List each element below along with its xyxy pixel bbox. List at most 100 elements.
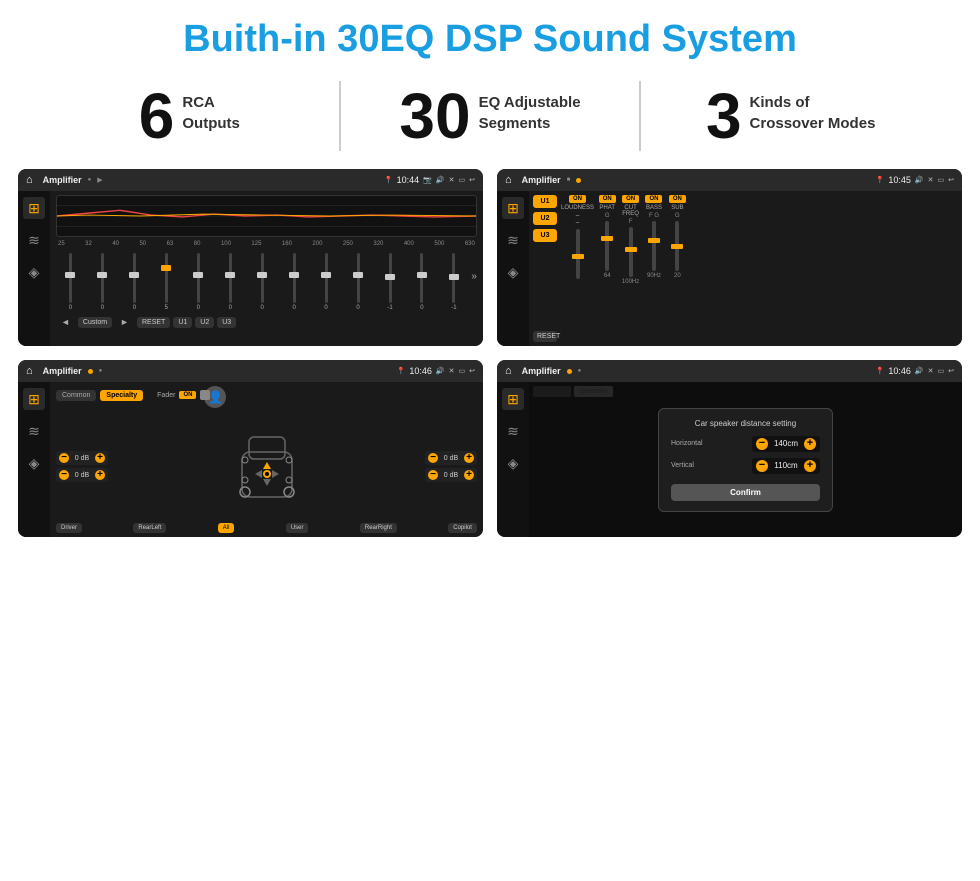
window-icon: ▭ [459,176,466,184]
db2-value: 0 dB [71,472,93,479]
eq-slider-12[interactable]: 0 [407,251,436,311]
amp-controls: ON LOUDNESS ~ ~ ON PHAT G [561,195,688,342]
user-button[interactable]: User [286,523,309,533]
dialog-close-icon: ✕ [928,367,934,375]
driver-button[interactable]: Driver [56,523,82,533]
amp-sidebar-icon-3[interactable]: ◈ [502,261,524,283]
vertical-minus-button[interactable]: − [756,460,768,472]
eq-slider-11[interactable]: -1 [376,251,405,311]
amp-window-icon: ▭ [938,176,945,184]
dialog-sidebar-icon-1[interactable]: ⊞ [502,388,524,410]
bass-slider[interactable] [652,221,656,271]
rear-left-button[interactable]: RearLeft [133,523,166,533]
amp-u3-btn[interactable]: U3 [533,229,557,242]
expand-icon[interactable]: » [471,251,477,282]
cross-sidebar-icon-3[interactable]: ◈ [23,452,45,474]
loudness-slider[interactable] [576,229,580,279]
screen-dialog: ⌂ Amplifier ● 📍 10:46 🔊 ✕ ▭ ↩ ⊞ ≋ ◈ [497,360,962,537]
db1-minus-button[interactable]: − [59,453,69,463]
eq-sidebar-icon-1[interactable]: ⊞ [23,197,45,219]
copilot-button[interactable]: Copilot [448,523,477,533]
sub-label: SUB [671,205,683,211]
eq-next-button[interactable]: ► [115,315,134,329]
db4-plus-button[interactable]: + [464,470,474,480]
screen-crossover: ⌂ Amplifier ● 📍 10:46 🔊 ✕ ▭ ↩ ⊞ ≋ ◈ [18,360,483,537]
amp-u1-btn[interactable]: U1 [533,195,557,208]
bass-label: BASS [646,205,662,211]
amp-sidebar-icon-1[interactable]: ⊞ [502,197,524,219]
dialog-home-icon[interactable]: ⌂ [505,365,512,377]
eq-custom-button[interactable]: Custom [78,317,112,328]
vertical-plus-button[interactable]: + [804,460,816,472]
db1-value: 0 dB [71,455,93,462]
cutfreq-slider[interactable] [629,227,633,277]
eq-slider-3[interactable]: 0 [120,251,149,311]
cutfreq-on-badge: ON [622,195,639,203]
eq-topbar: ⌂ Amplifier ● ▶ 📍 10:44 📷 🔊 ✕ ▭ ↩ [18,169,483,191]
dialog-sidebar-icon-3[interactable]: ◈ [502,452,524,474]
eq-slider-6[interactable]: 0 [216,251,245,311]
eq-u3-button[interactable]: U3 [217,317,236,328]
amp-home-icon[interactable]: ⌂ [505,174,512,186]
db-control-3: − 0 dB + [425,451,477,465]
confirm-button[interactable]: Confirm [671,484,820,501]
cross-fader: Fader ON [157,391,200,399]
cross-common-tab[interactable]: Common [56,390,96,401]
eq-slider-2[interactable]: 0 [88,251,117,311]
eq-reset-button[interactable]: RESET [137,317,170,328]
db3-value: 0 dB [440,455,462,462]
stat-rca-label: RCAOutputs [182,84,240,134]
eq-sidebar: ⊞ ≋ ◈ [18,191,50,346]
eq-slider-9[interactable]: 0 [312,251,341,311]
db2-plus-button[interactable]: + [95,470,105,480]
amp-u2-btn[interactable]: U2 [533,212,557,225]
eq-u2-button[interactable]: U2 [195,317,214,328]
db3-plus-button[interactable]: + [464,453,474,463]
eq-u1-button[interactable]: U1 [173,317,192,328]
eq-dot1: ● [88,177,92,183]
dialog-topbar-icons: 📍 10:46 🔊 ✕ ▭ ↩ [876,366,954,376]
eq-freq-labels: 253240506380100125160200250320400500630 [56,241,477,247]
sub-slider[interactable] [675,221,679,271]
rear-right-button[interactable]: RearRight [360,523,397,533]
eq-slider-8[interactable]: 0 [280,251,309,311]
eq-slider-10[interactable]: 0 [344,251,373,311]
amp-active-dot [576,178,581,183]
amp-reset-button[interactable]: RESET [533,331,557,342]
db3-minus-button[interactable]: − [428,453,438,463]
horizontal-plus-button[interactable]: + [804,438,816,450]
dialog-sidebar: ⊞ ≋ ◈ [497,382,529,537]
amp-presets: U1 U2 U3 RESET [533,195,557,342]
db4-minus-button[interactable]: − [428,470,438,480]
amp-sidebar: ⊞ ≋ ◈ [497,191,529,346]
cross-specialty-tab[interactable]: Specialty [100,390,143,401]
bass-on-badge: ON [645,195,662,203]
fader-thumb[interactable] [200,390,210,400]
amp-title: Amplifier [522,175,561,185]
db1-plus-button[interactable]: + [95,453,105,463]
phat-slider[interactable] [605,221,609,271]
dialog-sidebar-icon-2[interactable]: ≋ [502,420,524,442]
amp-bass-col: ON BASS F G 90Hz [644,195,664,342]
cross-sidebar-icon-1[interactable]: ⊞ [23,388,45,410]
eq-slider-1[interactable]: 0 [56,251,85,311]
eq-sidebar-icon-3[interactable]: ◈ [23,261,45,283]
loudness-on-badge: ON [569,195,586,203]
all-button[interactable]: All [218,523,235,533]
eq-slider-7[interactable]: 0 [248,251,277,311]
stat-rca: 6 RCAOutputs [60,84,319,148]
horizontal-minus-button[interactable]: − [756,438,768,450]
amp-close-icon: ✕ [928,176,934,184]
dialog-dot2: ● [578,368,582,374]
eq-sidebar-icon-2[interactable]: ≋ [23,229,45,251]
eq-slider-4[interactable]: 5 [152,251,181,311]
eq-slider-13[interactable]: -1 [439,251,468,311]
cross-sidebar-icon-2[interactable]: ≋ [23,420,45,442]
eq-prev-button[interactable]: ◄ [56,315,75,329]
amp-sidebar-icon-2[interactable]: ≋ [502,229,524,251]
cross-content: ⊞ ≋ ◈ Common Specialty Fader ON [18,382,483,537]
cross-home-icon[interactable]: ⌂ [26,365,33,377]
db2-minus-button[interactable]: − [59,470,69,480]
eq-slider-5[interactable]: 0 [184,251,213,311]
home-icon[interactable]: ⌂ [26,174,33,186]
